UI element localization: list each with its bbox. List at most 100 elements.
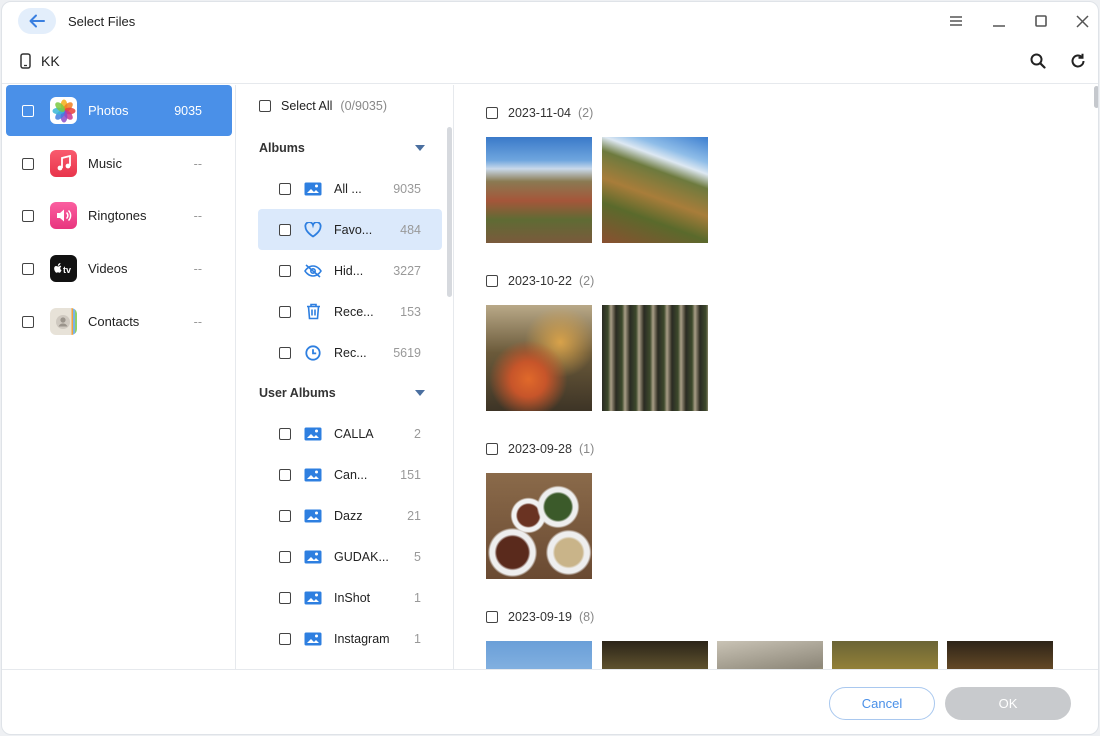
- select-all-checkbox[interactable]: [259, 100, 271, 112]
- date-group-checkbox[interactable]: [486, 443, 498, 455]
- date-group-header[interactable]: 2023-10-22 (2): [486, 274, 594, 288]
- ok-button[interactable]: OK: [945, 687, 1071, 720]
- photo-thumbnail[interactable]: [602, 305, 708, 411]
- back-button[interactable]: [18, 8, 56, 34]
- album-label: Instagram: [334, 631, 390, 646]
- album-checkbox[interactable]: [279, 346, 291, 359]
- date-group-checkbox[interactable]: [486, 107, 498, 119]
- album-count: 3227: [393, 263, 421, 278]
- select-all-row[interactable]: Select All (0/9035): [259, 99, 387, 113]
- photo-thumbnail[interactable]: [717, 641, 823, 669]
- search-button[interactable]: [1027, 50, 1049, 72]
- category-item-videos[interactable]: tv Videos --: [6, 243, 232, 294]
- album-label: InShot: [334, 590, 371, 605]
- date-group-header[interactable]: 2023-11-04 (2): [486, 106, 593, 120]
- user-album-item[interactable]: Instagram 1: [258, 618, 442, 659]
- category-count: --: [193, 261, 202, 276]
- album-icon: [303, 465, 323, 485]
- maximize-button[interactable]: [1031, 11, 1051, 31]
- minimize-button[interactable]: [989, 11, 1009, 31]
- group-count: (2): [578, 106, 594, 120]
- photo-thumbnail[interactable]: [832, 641, 938, 669]
- arrow-left-icon: [29, 14, 45, 28]
- category-checkbox[interactable]: [22, 104, 34, 117]
- albums-section-header[interactable]: Albums: [259, 141, 425, 155]
- album-checkbox[interactable]: [279, 468, 291, 481]
- category-item-ringtones[interactable]: Ringtones --: [6, 190, 232, 241]
- user-albums-section-header[interactable]: User Albums: [259, 386, 425, 400]
- photo-thumbnail[interactable]: [947, 641, 1053, 669]
- ringtones-app-icon: [50, 202, 77, 229]
- album-checkbox[interactable]: [279, 427, 291, 440]
- photo-thumbnail[interactable]: [486, 641, 592, 669]
- user-album-item[interactable]: CALLA 2: [258, 413, 442, 454]
- category-item-photos[interactable]: Photos 9035: [6, 85, 232, 136]
- album-icon: [303, 424, 323, 444]
- date-group-header[interactable]: 2023-09-28 (1): [486, 442, 594, 456]
- album-checkbox[interactable]: [279, 591, 291, 604]
- close-icon: [1075, 14, 1089, 28]
- user-album-item[interactable]: Dazz 21: [258, 495, 442, 536]
- album-count: 151: [400, 467, 421, 482]
- album-checkbox[interactable]: [279, 305, 291, 318]
- group-count: (2): [578, 274, 595, 288]
- user-album-item[interactable]: InShot 1: [258, 577, 442, 618]
- category-checkbox[interactable]: [22, 209, 34, 222]
- date-group-checkbox[interactable]: [486, 611, 498, 623]
- album-list-scrollbar[interactable]: [447, 127, 452, 297]
- category-count: --: [193, 156, 202, 171]
- date-group-checkbox[interactable]: [486, 275, 498, 287]
- close-button[interactable]: [1072, 11, 1092, 31]
- cancel-button[interactable]: Cancel: [829, 687, 935, 720]
- select-all-count: (0/9035): [340, 99, 387, 113]
- refresh-button[interactable]: [1067, 50, 1089, 72]
- album-list: Select All (0/9035) Albums All ... 9035 …: [237, 85, 454, 669]
- category-checkbox[interactable]: [22, 315, 34, 328]
- album-checkbox[interactable]: [279, 550, 291, 563]
- hamburger-menu-icon: [950, 16, 962, 26]
- category-item-contacts[interactable]: Contacts --: [6, 296, 232, 347]
- device-name: KK: [41, 53, 60, 69]
- contacts-app-icon: [50, 308, 77, 335]
- photo-grid-scrollbar[interactable]: [1094, 86, 1098, 108]
- user-album-item[interactable]: GUDAK... 5: [258, 536, 442, 577]
- album-label: Rece...: [334, 304, 374, 319]
- refresh-icon: [1071, 53, 1085, 68]
- album-item[interactable]: All ... 9035: [258, 168, 442, 209]
- album-checkbox[interactable]: [279, 182, 291, 195]
- album-count: 153: [400, 304, 421, 319]
- album-count: 1: [414, 631, 421, 646]
- album-item[interactable]: Favo... 484: [258, 209, 442, 250]
- album-label: Hid...: [334, 263, 364, 278]
- tv-app-icon: tv: [50, 255, 77, 282]
- album-checkbox[interactable]: [279, 264, 291, 277]
- album-checkbox[interactable]: [279, 509, 291, 522]
- music-app-icon: [50, 150, 77, 177]
- clock-icon: [303, 343, 323, 363]
- category-count: --: [193, 208, 202, 223]
- photo-thumbnail[interactable]: [486, 305, 592, 411]
- photo-thumbnail[interactable]: [486, 473, 592, 579]
- search-icon: [1030, 53, 1046, 69]
- photo-thumbnail[interactable]: [602, 137, 708, 243]
- group-count: (8): [578, 610, 595, 624]
- category-checkbox[interactable]: [22, 262, 34, 275]
- album-item[interactable]: Rec... 5619: [258, 332, 442, 373]
- album-item[interactable]: Hid... 3227: [258, 250, 442, 291]
- group-date: 2023-09-19: [508, 610, 572, 624]
- collapse-triangle-icon: [415, 390, 425, 396]
- photo-thumbnail[interactable]: [486, 137, 592, 243]
- dialog-footer: Cancel OK: [2, 669, 1098, 734]
- album-checkbox[interactable]: [279, 223, 291, 236]
- category-checkbox[interactable]: [22, 157, 34, 170]
- group-date: 2023-10-22: [508, 274, 572, 288]
- album-label: Dazz: [334, 508, 363, 523]
- date-group-header[interactable]: 2023-09-19 (8): [486, 610, 594, 624]
- category-item-music[interactable]: Music --: [6, 138, 232, 189]
- album-count: 9035: [393, 181, 421, 196]
- user-album-item[interactable]: Can... 151: [258, 454, 442, 495]
- menu-button[interactable]: [946, 11, 966, 31]
- album-checkbox[interactable]: [279, 632, 291, 645]
- album-item[interactable]: Rece... 153: [258, 291, 442, 332]
- photo-thumbnail[interactable]: [602, 641, 708, 669]
